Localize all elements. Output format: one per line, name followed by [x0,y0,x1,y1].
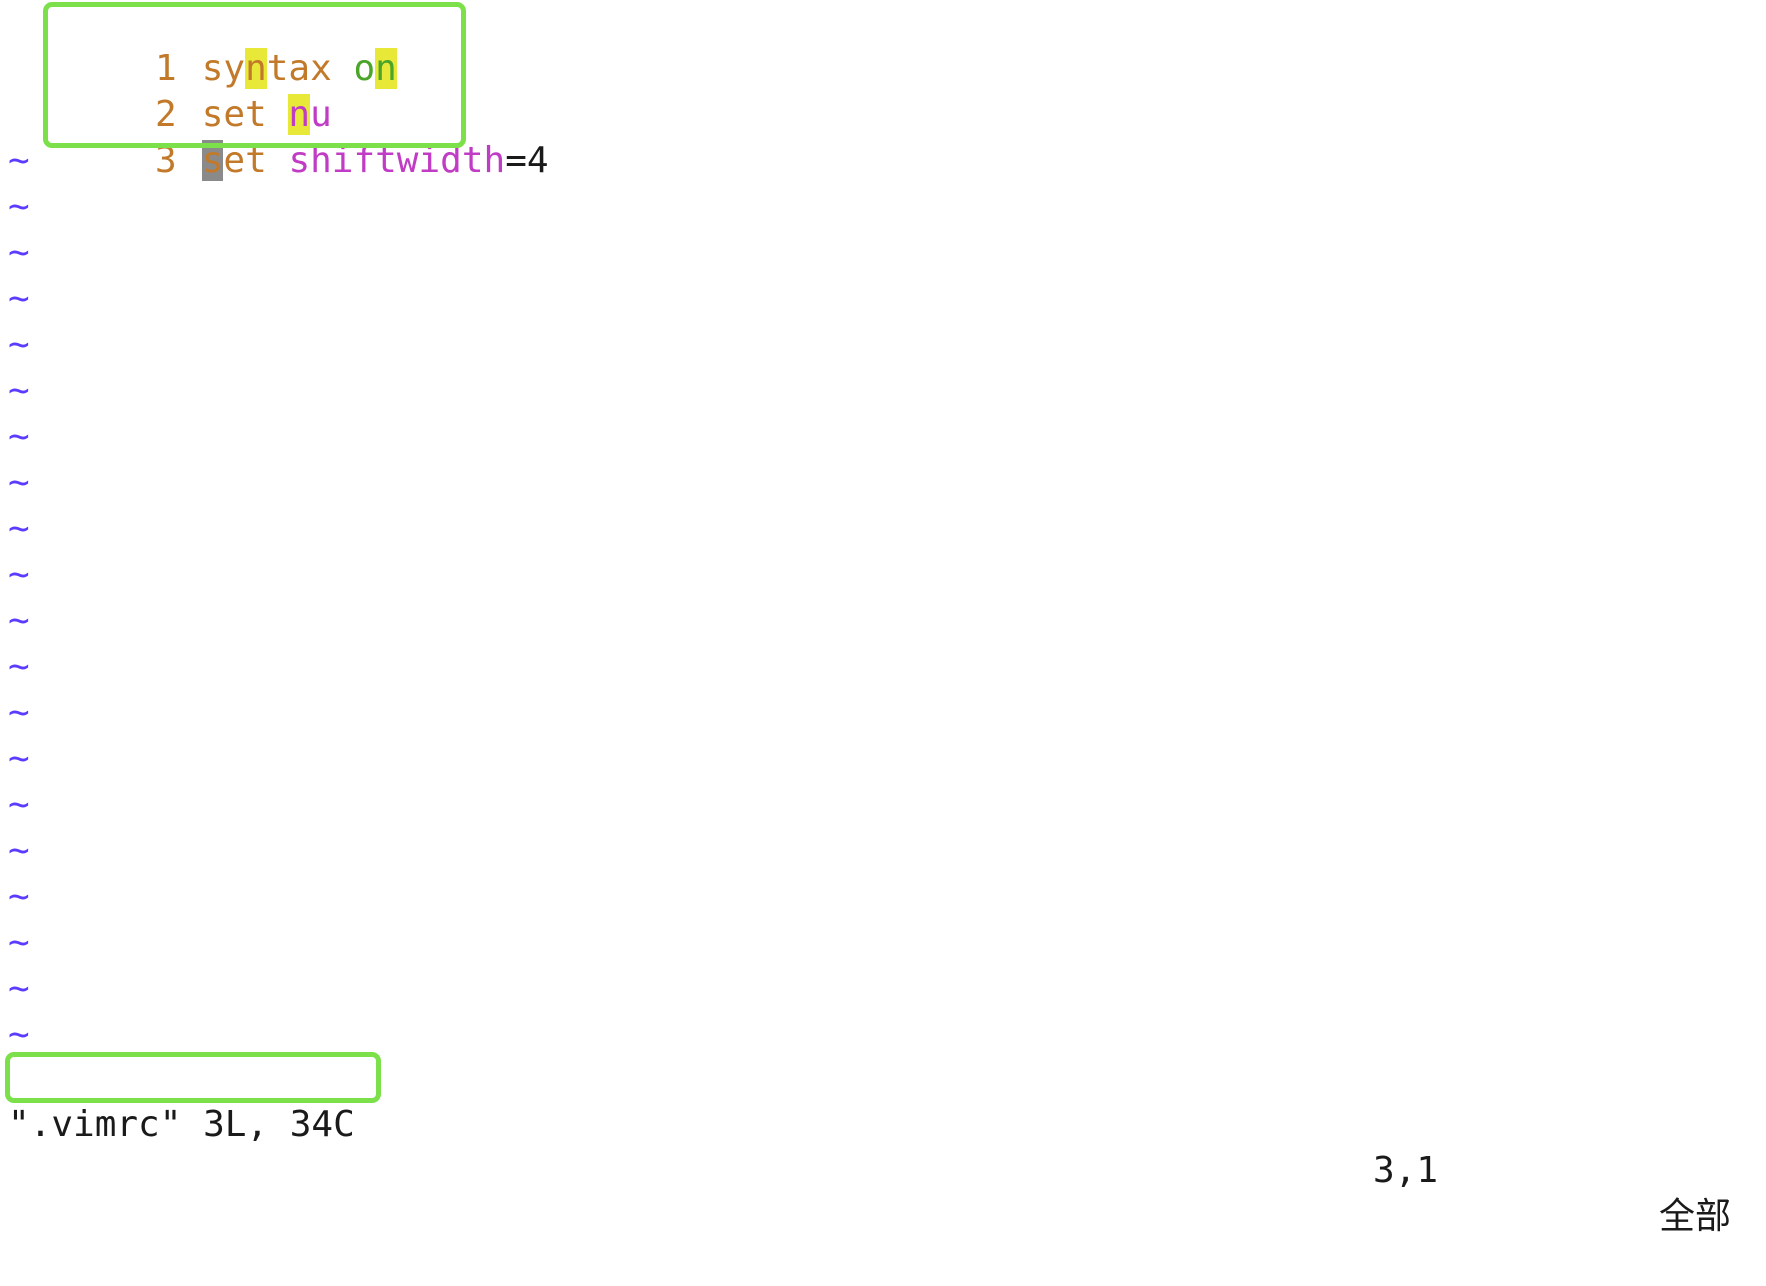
empty-line-marker: ~ [8,646,30,687]
assignment-text: =4 [505,140,549,181]
empty-line-marker: ~ [8,1014,30,1055]
status-line: ".vimrc" 3L, 34C 3,1 全部 [0,1056,1766,1237]
empty-line-marker: ~ [8,830,30,871]
empty-line-marker: ~ [8,370,30,411]
empty-line-marker: ~ [8,922,30,963]
empty-line-marker: ~ [8,968,30,1009]
empty-line-marker: ~ [8,600,30,641]
empty-line-marker: ~ [8,554,30,595]
line-text[interactable]: set shiftwidth=4 [177,138,549,184]
scroll-indicator: 全部 [1659,1196,1732,1237]
keyword-text: et [223,140,267,181]
search-highlight: n [375,48,397,89]
vim-editor[interactable]: 1 syntax on 2 set nu 3 set shiftwidth=4 ~ ~… [0,0,1766,1237]
empty-line-marker: ~ [8,738,30,779]
empty-line-marker: ~ [8,876,30,917]
empty-line-marker: ~ [8,186,30,227]
empty-line-marker: ~ [8,508,30,549]
empty-line-marker: ~ [8,784,30,825]
buffer-line-3[interactable]: 3 set shiftwidth=4 [0,92,549,181]
value-text: o [353,48,376,89]
file-info-message: ".vimrc" 3L, 34C [8,1104,355,1145]
line-number: 3 [155,140,177,181]
empty-line-marker: ~ [8,416,30,457]
option-text: shiftwidth [288,140,506,181]
buffer-line-2[interactable]: 2 set nu [0,46,332,135]
empty-line-marker: ~ [8,692,30,733]
empty-line-marker: ~ [8,324,30,365]
cursor-position: 3,1 [1373,1150,1439,1191]
empty-line-marker: ~ [8,278,30,319]
empty-line-marker: ~ [8,232,30,273]
buffer-line-1[interactable]: 1 syntax on [0,0,397,89]
empty-line-marker: ~ [8,140,30,181]
empty-line-marker: ~ [8,462,30,503]
text-cursor: s [201,140,224,181]
